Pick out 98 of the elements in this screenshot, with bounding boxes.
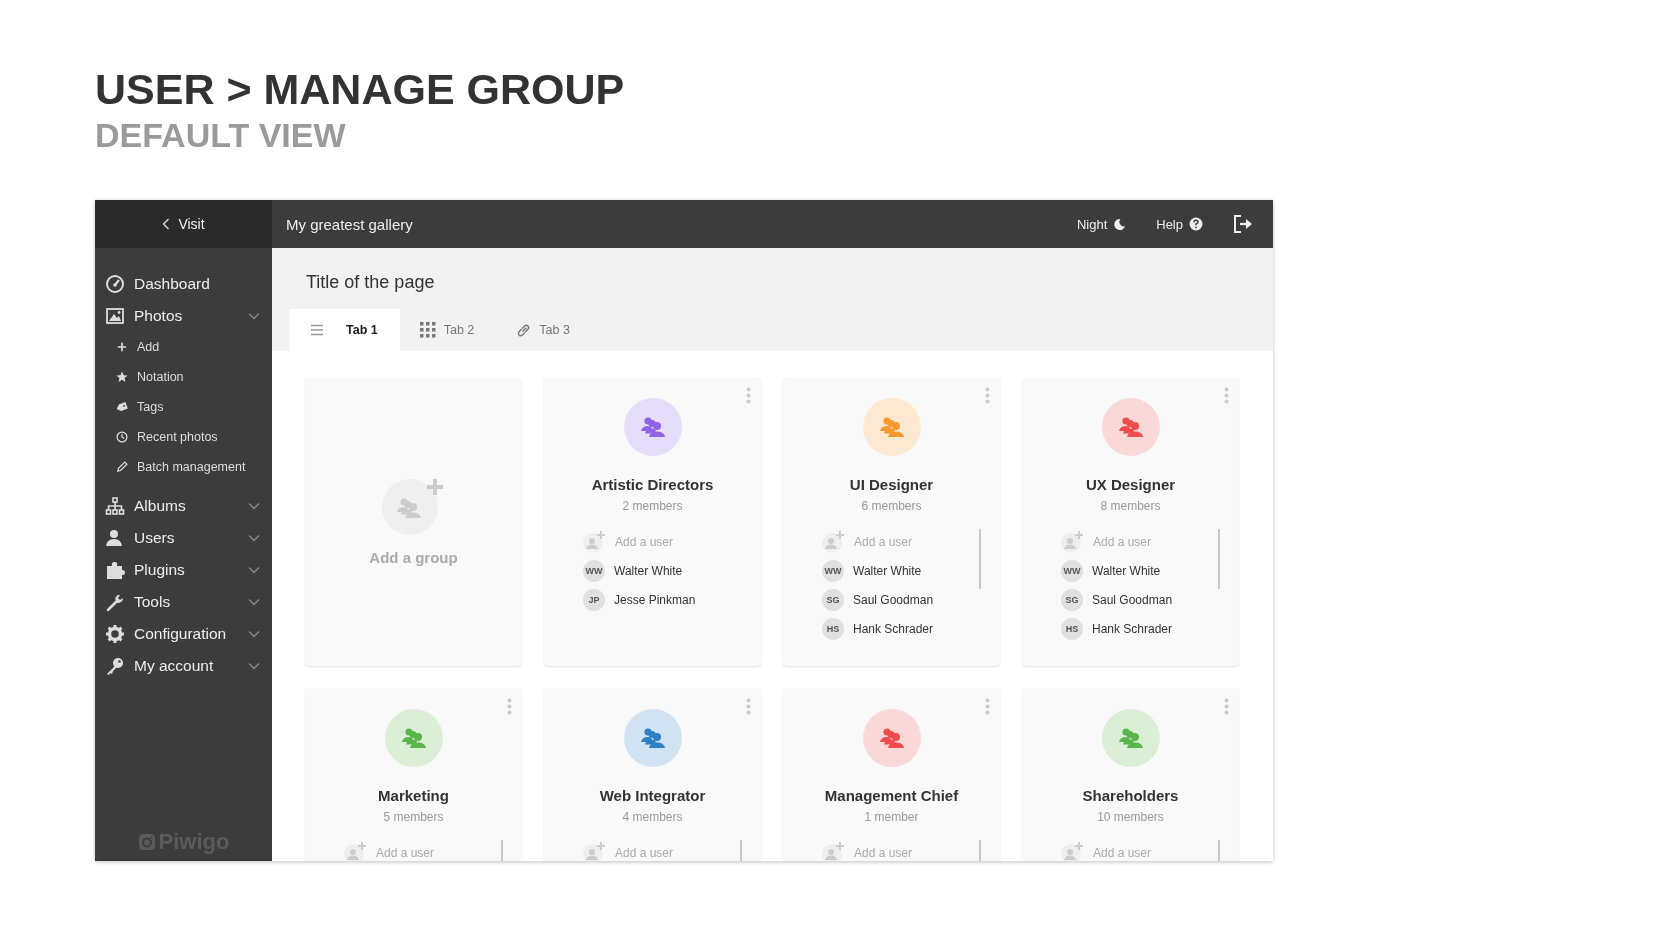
member-count: 1 member	[864, 810, 919, 824]
chevron-down-icon[interactable]	[248, 630, 260, 638]
page-subheading: DEFAULT VIEW	[95, 115, 347, 156]
add-user-icon[interactable]	[821, 529, 845, 554]
plus-icon	[115, 340, 129, 354]
moon-icon	[1113, 217, 1127, 231]
chevron-down-icon[interactable]	[248, 566, 260, 574]
more-options-icon[interactable]	[1224, 698, 1229, 715]
sidebar-item[interactable]: Photos	[95, 300, 272, 332]
group-name: Web Integrator	[599, 787, 706, 804]
member-count: 2 members	[622, 499, 683, 513]
menu-icon	[310, 324, 324, 336]
puzzle-icon	[105, 560, 125, 580]
sidebar-item[interactable]: Tools	[95, 586, 272, 618]
chevron-down-icon[interactable]	[248, 312, 260, 320]
member-name: Walter White	[853, 563, 922, 578]
chevron-down-icon[interactable]	[248, 534, 260, 542]
group-name: Management Chief	[824, 787, 959, 804]
group-name: UX Designer	[1085, 476, 1176, 493]
clock-icon	[115, 430, 129, 444]
image-icon	[105, 306, 125, 326]
sidebar-item[interactable]: Dashboard	[95, 268, 272, 300]
user-avatar: JP	[583, 588, 605, 611]
sidebar-item[interactable]: Albums	[95, 490, 272, 522]
tab[interactable]: Tab 1	[290, 309, 400, 351]
add-user-icon[interactable]	[1060, 529, 1084, 554]
member-count: 6 members	[861, 499, 922, 513]
visit-link[interactable]: Visit	[95, 200, 272, 248]
member-name: Walter White	[1092, 563, 1161, 578]
member-count: 8 members	[1100, 499, 1161, 513]
group-name: Shareholders	[1082, 787, 1179, 804]
night-toggle[interactable]: Night	[1076, 216, 1127, 232]
member-count: 10 members	[1097, 810, 1164, 824]
key-icon	[105, 656, 125, 676]
add-user-icon[interactable]	[1060, 840, 1084, 861]
chevron-down-icon[interactable]	[248, 662, 260, 670]
help-icon	[1189, 217, 1203, 231]
sidebar-item[interactable]: Configuration	[95, 618, 272, 650]
more-options-icon[interactable]	[507, 698, 512, 715]
group-name: Marketing	[378, 787, 449, 804]
add-group-icon	[381, 477, 446, 535]
scrollbar[interactable]	[979, 529, 981, 589]
page-title: Title of the page	[306, 272, 436, 293]
sidebar-item[interactable]: My account	[95, 650, 272, 682]
user-avatar: SG	[822, 588, 844, 611]
sidebar-item[interactable]: Users	[95, 522, 272, 554]
add-user-icon[interactable]	[582, 840, 606, 861]
gallery-title: My greatest gallery	[286, 215, 414, 233]
sidebar-subitem[interactable]: Add	[95, 332, 272, 362]
tab[interactable]: Tab 3	[496, 309, 592, 351]
user-icon	[105, 528, 125, 548]
grid-icon	[419, 322, 436, 338]
member-name: Hank Schrader	[1092, 621, 1173, 636]
add-user-icon[interactable]	[582, 529, 606, 554]
more-options-icon[interactable]	[985, 387, 990, 404]
tag-icon	[115, 400, 129, 414]
user-avatar: WW	[1061, 559, 1083, 582]
gauge-icon	[105, 274, 125, 294]
more-options-icon[interactable]	[746, 698, 751, 715]
sidebar-subitem[interactable]: Batch management	[95, 452, 272, 482]
more-options-icon[interactable]	[1224, 387, 1229, 404]
user-avatar: WW	[822, 559, 844, 582]
member-name: Jesse Pinkman	[614, 592, 696, 607]
member-count: 4 members	[622, 810, 683, 824]
group-name: UI Designer	[849, 476, 934, 493]
sidebar-subitem[interactable]: Recent photos	[95, 422, 272, 452]
add-user-icon[interactable]	[821, 840, 845, 861]
member-name: Hank Schrader	[853, 621, 934, 636]
chevron-left-icon	[162, 218, 171, 230]
scrollbar[interactable]	[1218, 529, 1220, 589]
pencil-icon	[115, 460, 129, 474]
page-heading: USER > MANAGE GROUP	[95, 64, 626, 114]
user-avatar: WW	[583, 559, 605, 582]
user-avatar: HS	[822, 617, 844, 640]
user-avatar: HS	[1061, 617, 1083, 640]
wrench-icon	[105, 592, 125, 612]
add-user-icon[interactable]	[343, 840, 367, 861]
member-count: 5 members	[383, 810, 444, 824]
sidebar-subitem[interactable]: Notation	[95, 362, 272, 392]
member-name: Saul Goodman	[1092, 592, 1173, 607]
more-options-icon[interactable]	[985, 698, 990, 715]
group-name: Artistic Directors	[591, 476, 714, 493]
tab[interactable]: Tab 2	[399, 309, 497, 351]
member-name: Saul Goodman	[853, 592, 934, 607]
star-icon	[115, 370, 129, 384]
help-button[interactable]: Help	[1156, 216, 1203, 232]
member-name: Walter White	[614, 563, 683, 578]
chevron-down-icon[interactable]	[248, 502, 260, 510]
user-avatar: SG	[1061, 588, 1083, 611]
logout-icon[interactable]	[1233, 215, 1253, 233]
chevron-down-icon[interactable]	[248, 598, 260, 606]
gear-icon	[105, 624, 125, 644]
sidebar-subitem[interactable]: Tags	[95, 392, 272, 422]
sidebar-item[interactable]: Plugins	[95, 554, 272, 586]
link-icon	[516, 322, 532, 338]
hierarchy-icon	[105, 496, 125, 516]
camera-icon	[137, 833, 156, 851]
more-options-icon[interactable]	[746, 387, 751, 404]
